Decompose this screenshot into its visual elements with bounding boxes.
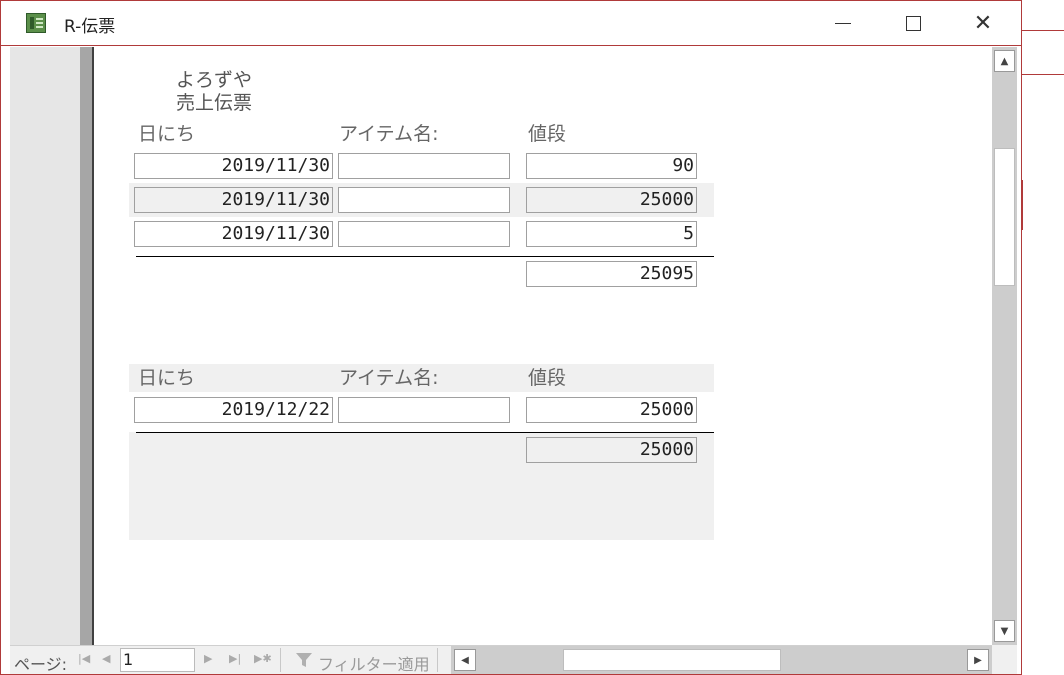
background-window-edge: [1022, 74, 1064, 75]
item-field[interactable]: [338, 187, 510, 213]
group-total-field[interactable]: 25000: [526, 437, 697, 463]
group-total-rule: [136, 432, 714, 433]
date-field[interactable]: 2019/12/22: [134, 397, 333, 423]
scroll-right-icon[interactable]: ▶: [967, 649, 989, 671]
close-button[interactable]: ✕: [948, 1, 1018, 46]
nav-separator: [280, 648, 281, 672]
scroll-down-icon[interactable]: ▼: [994, 620, 1015, 642]
price-field[interactable]: 25000: [526, 187, 697, 213]
horizontal-scrollbar[interactable]: ◀ ▶: [451, 645, 992, 674]
report-header-title: 売上伝票: [176, 92, 253, 114]
scrollbar-corner: [992, 645, 1017, 674]
page-number-input[interactable]: 1: [120, 648, 195, 672]
page-label: ページ:: [14, 655, 68, 674]
date-field[interactable]: 2019/11/30: [134, 153, 333, 179]
window-title: R-伝票: [64, 17, 116, 37]
price-field[interactable]: 5: [526, 221, 697, 247]
minimize-icon: [835, 23, 851, 24]
item-field[interactable]: [338, 153, 510, 179]
date-field[interactable]: 2019/11/30: [134, 187, 333, 213]
background-window-edge: [1021, 180, 1023, 230]
date-column-label: 日にち: [138, 123, 196, 145]
date-field[interactable]: 2019/11/30: [134, 221, 333, 247]
maximize-icon: [905, 16, 921, 31]
item-field[interactable]: [338, 397, 510, 423]
report-canvas: よろずや 売上伝票 日にち アイテム名: 値段 2019/11/30 90 20…: [94, 47, 992, 645]
prev-page-icon[interactable]: ◀: [102, 652, 110, 665]
report-margin: [10, 47, 80, 645]
vertical-scrollbar[interactable]: ▲ ▼: [992, 47, 1017, 645]
background-window-edge: [1022, 30, 1064, 31]
item-column-label: アイテム名:: [339, 367, 439, 389]
date-column-label: 日にち: [138, 367, 196, 389]
last-page-icon[interactable]: ▶|: [229, 652, 241, 665]
item-column-label: アイテム名:: [339, 123, 439, 145]
record-navigation-bar: ページ: |◀ ◀ 1 ▶ ▶| ▶✱ フィルター適用: [10, 645, 451, 674]
title-bar[interactable]: R-伝票 ✕: [1, 1, 1021, 46]
first-page-icon[interactable]: |◀: [78, 652, 90, 665]
minimize-button[interactable]: [808, 1, 878, 46]
report-margin-bar: [80, 47, 92, 645]
item-field[interactable]: [338, 221, 510, 247]
new-record-icon[interactable]: ▶✱: [254, 652, 272, 665]
close-icon: ✕: [973, 10, 993, 36]
access-report-icon: [26, 13, 46, 33]
vertical-scroll-thumb[interactable]: [994, 148, 1015, 286]
report-window: R-伝票 ✕ よろずや 売上伝票 日にち アイテム名: 値段 2019/11/3…: [0, 0, 1022, 675]
report-header-shop: よろずや: [176, 69, 253, 91]
scroll-left-icon[interactable]: ◀: [454, 649, 476, 671]
price-field[interactable]: 90: [526, 153, 697, 179]
price-field[interactable]: 25000: [526, 397, 697, 423]
filter-toggle-button[interactable]: フィルター適用: [318, 651, 430, 675]
maximize-button[interactable]: [878, 1, 948, 46]
filter-icon[interactable]: [295, 651, 313, 669]
group-total-field[interactable]: 25095: [526, 261, 697, 287]
price-column-label: 値段: [528, 367, 567, 389]
next-page-icon[interactable]: ▶: [204, 652, 212, 665]
scroll-up-icon[interactable]: ▲: [994, 50, 1015, 72]
nav-separator: [437, 648, 438, 672]
horizontal-scroll-thumb[interactable]: [563, 649, 781, 671]
price-column-label: 値段: [528, 123, 567, 145]
group-total-rule: [136, 256, 714, 257]
